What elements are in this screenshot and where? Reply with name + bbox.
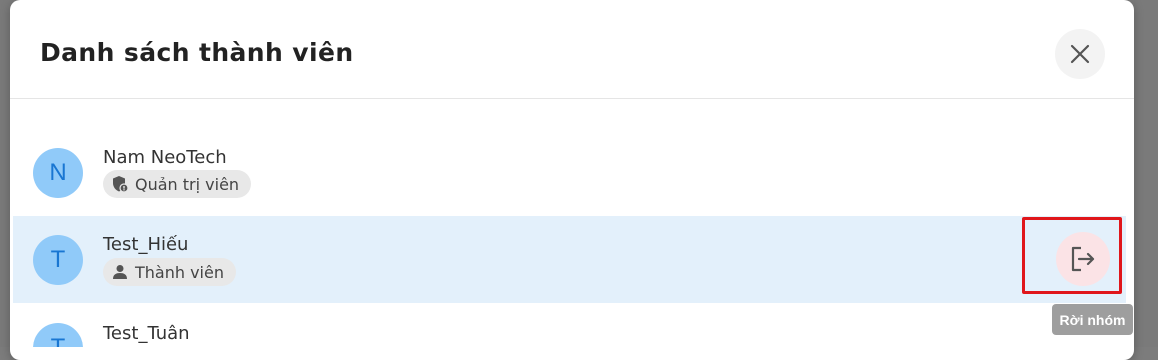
role-label: Thành viên — [135, 262, 224, 282]
role-badge: Thành viên — [103, 258, 236, 286]
member-row[interactable]: T Test_Tuân — [13, 304, 1126, 347]
member-name: Test_Tuân — [103, 323, 190, 344]
dialog-header: Danh sách thành viên — [10, 0, 1134, 99]
backdrop-right — [1134, 0, 1158, 347]
leave-group-button[interactable] — [1056, 232, 1110, 286]
leave-group-tooltip: Rời nhóm — [1052, 304, 1133, 335]
admin-shield-icon — [113, 176, 129, 193]
member-row[interactable]: T Test_Hiếu Thành viên — [13, 216, 1126, 303]
close-button[interactable] — [1055, 29, 1105, 79]
logout-icon — [1071, 246, 1095, 272]
close-icon — [1070, 44, 1090, 64]
avatar: T — [33, 323, 83, 347]
person-icon — [113, 265, 127, 279]
avatar: N — [33, 148, 83, 198]
backdrop-left — [0, 0, 10, 347]
avatar: T — [33, 235, 83, 285]
role-badge: Quản trị viên — [103, 170, 252, 198]
member-name: Nam NeoTech — [103, 147, 227, 168]
member-name: Test_Hiếu — [103, 234, 189, 255]
role-label: Quản trị viên — [135, 174, 240, 194]
member-row[interactable]: N Nam NeoTech Quản trị viên — [13, 130, 1126, 217]
dialog-title: Danh sách thành viên — [40, 38, 354, 67]
